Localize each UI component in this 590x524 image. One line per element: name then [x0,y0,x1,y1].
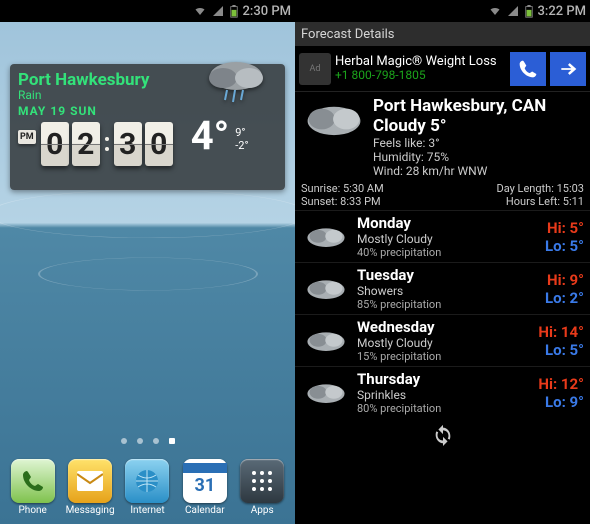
current-wind: Wind: 28 km/hr WNW [373,164,584,178]
home-screen: 2:30 PM Port Hawkesbury Rain MAY 19 SUN … [0,0,295,524]
cloud-rain-icon [201,56,271,106]
day-name: Thursday [357,370,532,388]
apps-grid-icon [249,468,275,494]
signal-icon [211,5,225,17]
forecast-details-screen: 3:22 PM Forecast Details Ad Herbal Magic… [295,0,590,524]
cloud-icon [301,374,351,412]
arrow-right-icon [558,59,578,79]
status-time: 2:30 PM [243,4,292,19]
refresh-row [295,418,590,456]
ad-text: Herbal Magic® Weight Loss +1 800-798-180… [335,55,506,82]
current-conditions: Port Hawkesbury, CAN Cloudy 5° Feels lik… [295,92,590,180]
cloud-icon [301,322,351,360]
day-name: Wednesday [357,318,532,336]
refresh-icon[interactable] [432,424,454,446]
current-feels: Feels like: 3° [373,136,584,150]
day-precip: 15% precipitation [357,350,532,363]
signal-icon [506,5,520,17]
dock-internet[interactable]: Internet [119,459,175,516]
ad-banner[interactable]: Ad Herbal Magic® Weight Loss +1 800-798-… [295,46,590,92]
dock-label: Calendar [185,505,225,516]
day-lo: Lo: 5° [545,237,584,255]
widget-temp: 4° [191,112,230,159]
ad-thumb-icon: Ad [299,53,331,85]
ad-phone: +1 800-798-1805 [335,69,506,82]
dock-label: Messaging [66,505,115,516]
ampm-label: PM [18,130,36,144]
ad-title: Herbal Magic® Weight Loss [335,55,506,69]
day-hi: Hi: 12° [538,375,584,393]
widget-hi: 9° [235,126,248,139]
battery-icon [524,5,534,18]
day-length: Day Length: 15:03 [496,182,584,195]
day-precip: 85% precipitation [357,298,539,311]
battery-icon [229,5,239,18]
phone-icon [21,469,45,493]
page-indicator[interactable] [0,438,295,444]
dock-phone[interactable]: Phone [5,459,61,516]
forecast-day[interactable]: WednesdayMostly Cloudy15% precipitation H… [295,314,590,366]
dock-calendar[interactable]: 31 Calendar [177,459,233,516]
cloud-icon [301,96,367,144]
status-bar: 3:22 PM [295,0,590,22]
dock-label: Apps [251,505,274,516]
day-name: Monday [357,214,539,232]
forecast-day[interactable]: MondayMostly Cloudy40% precipitation Hi: … [295,210,590,262]
ad-call-button[interactable] [510,52,546,86]
envelope-icon [77,471,103,491]
flip-clock: PM 0 2 3 0 [18,122,173,166]
day-hi: Hi: 9° [545,271,584,289]
weather-clock-widget[interactable]: Port Hawkesbury Rain MAY 19 SUN PM 0 2 3… [10,64,285,190]
min-digit-2: 0 [145,122,173,166]
phone-icon [518,59,538,79]
wifi-icon [488,5,502,17]
current-humidity: Humidity: 75% [373,150,584,164]
day-condition: Mostly Cloudy [357,336,532,350]
status-bar: 2:30 PM [0,0,295,22]
forecast-day[interactable]: TuesdayShowers85% precipitation Hi: 9°Lo:… [295,262,590,314]
cloud-icon [301,218,351,256]
day-hi: Hi: 5° [545,219,584,237]
status-time: 3:22 PM [538,4,587,19]
current-location: Port Hawkesbury, CAN [373,96,584,116]
globe-icon [134,468,160,494]
min-digit-1: 3 [114,122,142,166]
widget-hilo: 9° -2° [235,126,248,152]
forecast-day[interactable]: ThursdaySprinkles80% precipitation Hi: 12… [295,366,590,418]
dock-messaging[interactable]: Messaging [62,459,118,516]
dock: Phone Messaging Internet 31 Calendar App… [0,450,295,524]
current-summary: Cloudy 5° [373,116,584,136]
day-lo: Lo: 9° [538,393,584,411]
hours-left: Hours Left: 5:11 [496,195,584,208]
hour-digit-2: 2 [72,122,100,166]
day-precip: 40% precipitation [357,246,539,259]
day-condition: Sprinkles [357,388,532,402]
day-hi: Hi: 14° [538,323,584,341]
widget-date: MAY 19 SUN [18,104,277,118]
cloud-icon [301,270,351,308]
clock-colon [103,122,111,166]
day-lo: Lo: 2° [545,289,584,307]
screen-title: Forecast Details [295,22,590,46]
sunset: Sunset: 8:33 PM [301,195,384,208]
day-name: Tuesday [357,266,539,284]
dock-label: Phone [19,505,47,516]
sun-info: Sunrise: 5:30 AM Sunset: 8:33 PM Day Len… [295,180,590,210]
widget-lo: -2° [235,139,248,152]
day-condition: Mostly Cloudy [357,232,539,246]
sunrise: Sunrise: 5:30 AM [301,182,384,195]
hour-digit-1: 0 [41,122,69,166]
wifi-icon [193,5,207,17]
dock-label: Internet [130,505,164,516]
forecast-list: MondayMostly Cloudy40% precipitationHi: … [295,210,590,418]
day-condition: Showers [357,284,539,298]
ad-go-button[interactable] [550,52,586,86]
day-lo: Lo: 5° [538,341,584,359]
day-precip: 80% precipitation [357,402,532,415]
dock-apps[interactable]: Apps [234,459,290,516]
